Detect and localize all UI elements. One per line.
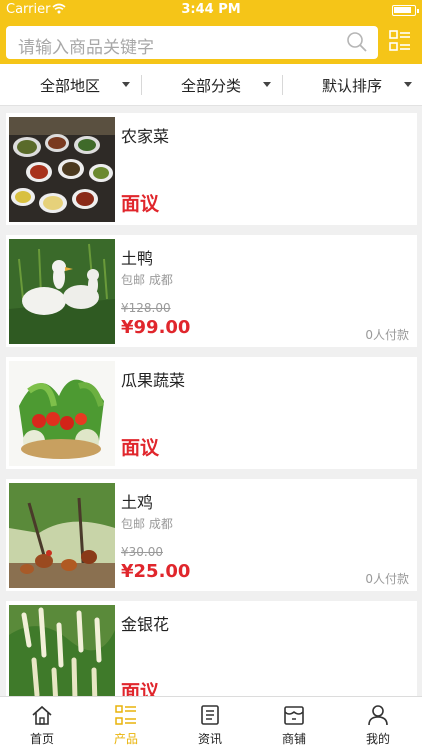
product-list: 农家菜 面议 土鸭 包邮 成都 ¥128.00 ¥99.00 0人付款 瓜果蔬菜… xyxy=(0,106,422,696)
tab-label: 产品 xyxy=(113,732,138,746)
tab-label: 资讯 xyxy=(197,732,222,746)
sale-price: ¥25.00 xyxy=(121,561,191,582)
product-name: 瓜果蔬菜 xyxy=(121,371,186,390)
price-negotiable: 面议 xyxy=(121,437,160,459)
filter-category-label: 全部分类 xyxy=(180,77,241,95)
original-price: ¥30.00 xyxy=(121,545,163,559)
user-icon xyxy=(368,705,388,726)
search-placeholder: 请输入商品关键字 xyxy=(18,38,154,58)
grid-list-icon xyxy=(115,705,136,725)
product-name: 土鸭 xyxy=(121,249,154,268)
tab-home[interactable]: 首页 xyxy=(0,697,84,750)
price-negotiable: 面议 xyxy=(121,681,160,696)
product-card[interactable]: 土鸭 包邮 成都 ¥128.00 ¥99.00 0人付款 xyxy=(6,235,417,347)
filter-sort[interactable]: 默认排序 xyxy=(282,64,422,106)
product-card[interactable]: 瓜果蔬菜 面议 xyxy=(6,357,417,469)
filter-region-label: 全部地区 xyxy=(39,77,100,95)
product-card[interactable]: 金银花 面议 xyxy=(6,601,417,696)
product-image-dishes xyxy=(9,117,115,222)
tab-news[interactable]: 资讯 xyxy=(168,697,252,750)
tab-profile[interactable]: 我的 xyxy=(336,697,420,750)
product-name: 土鸡 xyxy=(121,493,154,512)
caret-down-icon xyxy=(122,82,130,87)
tab-label: 商铺 xyxy=(281,732,306,746)
news-icon xyxy=(201,705,219,725)
product-name: 农家菜 xyxy=(121,127,170,146)
product-image-chicken xyxy=(9,483,115,588)
shipping-info: 包邮 成都 xyxy=(121,273,173,287)
original-price: ¥128.00 xyxy=(121,301,171,315)
product-image-duck xyxy=(9,239,115,344)
shipping-info: 包邮 成都 xyxy=(121,517,173,531)
category-menu-icon[interactable] xyxy=(388,29,412,53)
price-negotiable: 面议 xyxy=(121,193,160,215)
caret-down-icon xyxy=(263,82,271,87)
payer-count: 0人付款 xyxy=(365,328,409,342)
shop-icon xyxy=(284,706,304,725)
product-image-honeysuckle xyxy=(9,605,115,696)
search-input[interactable]: 请输入商品关键字 xyxy=(6,26,378,59)
tab-shop[interactable]: 商铺 xyxy=(252,697,336,750)
tab-bar: 首页 产品 资讯 商铺 我的 xyxy=(0,696,422,750)
payer-count: 0人付款 xyxy=(365,572,409,586)
caret-down-icon xyxy=(404,82,412,87)
home-icon xyxy=(32,705,52,725)
product-name: 金银花 xyxy=(121,615,170,634)
filter-category[interactable]: 全部分类 xyxy=(141,64,281,106)
filter-sort-label: 默认排序 xyxy=(321,77,382,95)
product-card[interactable]: 农家菜 面议 xyxy=(6,113,417,225)
filter-region[interactable]: 全部地区 xyxy=(0,64,140,106)
product-card[interactable]: 土鸡 包邮 成都 ¥30.00 ¥25.00 0人付款 xyxy=(6,479,417,591)
filter-bar: 全部地区 全部分类 默认排序 xyxy=(0,64,422,106)
product-image-vegetables xyxy=(9,361,115,466)
search-header: 请输入商品关键字 xyxy=(0,20,422,64)
tab-products[interactable]: 产品 xyxy=(84,697,168,750)
sale-price: ¥99.00 xyxy=(121,317,191,338)
tab-label: 首页 xyxy=(29,732,54,746)
clock: 3:44 PM xyxy=(181,2,241,17)
tab-label: 我的 xyxy=(365,732,390,746)
search-icon[interactable] xyxy=(346,31,368,53)
battery-icon xyxy=(392,5,419,16)
status-bar: Carrier 3:44 PM xyxy=(0,0,422,20)
